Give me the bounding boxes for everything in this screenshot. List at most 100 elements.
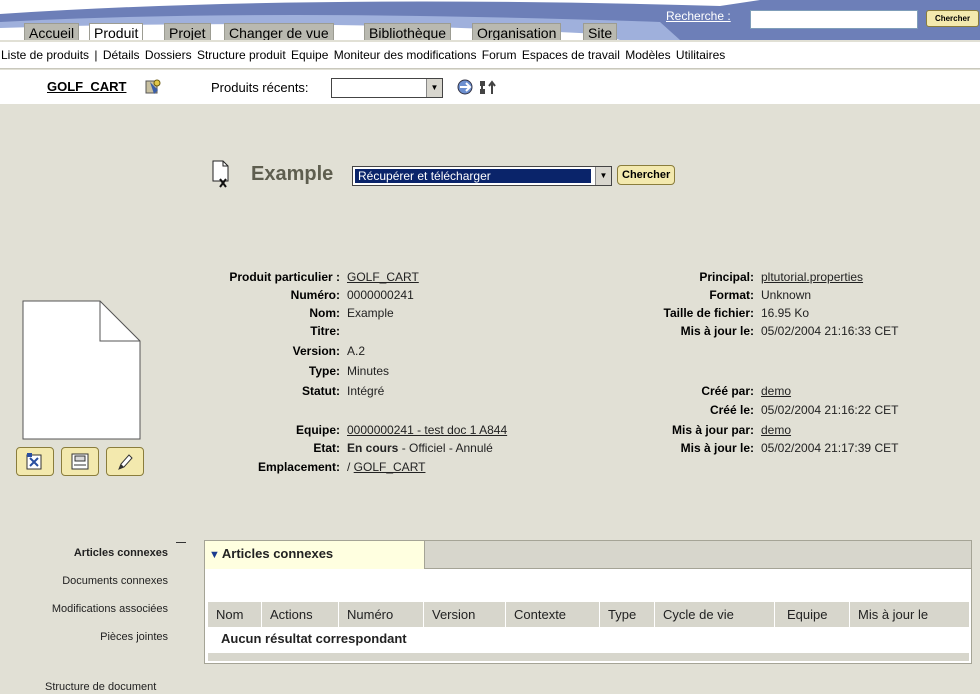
attr-state-rest: - Officiel - Annulé [398, 441, 493, 455]
chevron-down-icon[interactable]: ▼ [426, 79, 442, 97]
attr-size-label: Taille de fichier: [663, 306, 754, 320]
subnav-moniteur-des-modifications[interactable]: Moniteur des modifications [334, 48, 477, 62]
empty-results-message: Aucun résultat correspondant [208, 627, 969, 651]
attr-location-value: / GOLF_CART [347, 460, 425, 475]
collapse-icon[interactable] [176, 542, 186, 543]
tab-organisation[interactable]: Organisation [472, 23, 562, 40]
context-bar: GOLF_CART Produits récents: ▼ [0, 70, 980, 104]
attr-file-updated-label: Mis à jour le: [680, 324, 754, 338]
action-go-button[interactable]: Chercher [617, 165, 676, 185]
chevron-down-icon[interactable]: ▼ [595, 167, 611, 185]
attr-created-by-link[interactable]: demo [761, 384, 791, 399]
tab-accueil[interactable]: Accueil [24, 23, 80, 40]
triangle-down-icon[interactable]: ▼ [209, 549, 220, 561]
action-select-value: Récupérer et télécharger [355, 169, 591, 183]
tab-bibliotheque[interactable]: Bibliothèque [364, 23, 452, 40]
subnav-liste-de-produits[interactable]: Liste de produits [1, 48, 89, 62]
column-equipe[interactable]: Equipe [775, 602, 850, 627]
search-input[interactable] [750, 10, 918, 29]
top-header: Accueil Produit Projet Changer de vue Bi… [0, 0, 980, 40]
attr-location-link[interactable]: GOLF_CART [354, 460, 426, 474]
column-actions[interactable]: Actions [262, 602, 339, 627]
recent-products-label: Produits récents: [211, 80, 309, 95]
sub-navigation: Liste de produits | Détails Dossiers Str… [0, 42, 980, 69]
attr-updated-on-value: 05/02/2004 21:17:39 CET [761, 441, 899, 455]
search-button[interactable]: Chercher [926, 10, 979, 27]
table-header: Nom Actions Numéro Version Contexte Type… [208, 602, 969, 627]
panel-tab[interactable]: ▼ Articles connexes [205, 541, 425, 569]
pencil-icon [118, 453, 133, 470]
tab-changer-de-vue[interactable]: Changer de vue [224, 23, 334, 40]
subnav-utilitaires[interactable]: Utilitaires [676, 48, 725, 62]
document-thumbnail [22, 300, 141, 440]
attr-type-label: Type: [308, 364, 340, 378]
panel-footer [208, 653, 969, 661]
context-product-link[interactable]: GOLF_CART [47, 79, 126, 94]
sidebar-item-documents-connexes[interactable]: Documents connexes [62, 575, 168, 587]
panel-title: Articles connexes [221, 546, 334, 561]
subnav-equipe[interactable]: Equipe [291, 48, 328, 62]
subnav-forum[interactable]: Forum [482, 48, 517, 62]
object-title: Example [251, 163, 334, 185]
subnav-separator: | [94, 48, 98, 62]
attr-updated-by-link[interactable]: demo [761, 423, 791, 438]
attr-status-value: Intégré [347, 384, 385, 398]
document-icon [212, 160, 229, 188]
column-type[interactable]: Type [600, 602, 655, 627]
attr-state-value: En cours - Officiel - Annulé [347, 441, 493, 456]
column-mis-a-jour-le[interactable]: Mis à jour le [850, 602, 969, 627]
attr-location-label: Emplacement: [257, 460, 340, 474]
printer-icon [71, 453, 89, 469]
panel-toolbar [205, 570, 971, 600]
attr-team-label: Equipe: [296, 423, 340, 437]
panel-header: ▼ Articles connexes [205, 541, 971, 569]
subnav-structure-produit[interactable]: Structure produit [197, 48, 286, 62]
attr-product-link[interactable]: GOLF_CART [347, 270, 419, 285]
attr-created-by-label: Créé par: [701, 384, 754, 398]
subnav-details[interactable]: Détails [103, 48, 140, 62]
sidebar-item-structure-de-document[interactable]: Structure de document [45, 681, 156, 693]
product-icon[interactable] [144, 78, 162, 96]
structure-tree-icon[interactable] [478, 78, 498, 96]
attr-number-value: 0000000241 [347, 288, 414, 302]
go-to-product-icon[interactable] [456, 78, 474, 96]
recent-products-select[interactable]: ▼ [331, 78, 443, 98]
attr-status-label: Statut: [302, 384, 340, 398]
attr-updated-on-label: Mis à jour le: [680, 441, 754, 455]
subnav-espaces-de-travail[interactable]: Espaces de travail [522, 48, 620, 62]
attr-name-label: Nom: [309, 306, 340, 320]
column-numero[interactable]: Numéro [339, 602, 424, 627]
column-version[interactable]: Version [424, 602, 506, 627]
sidebar-item-modifications-associees[interactable]: Modifications associées [52, 603, 168, 615]
attr-created-on-label: Créé le: [709, 403, 754, 417]
attr-state-current: En cours [347, 441, 399, 455]
attr-format-label: Format: [709, 288, 754, 302]
attr-version-value: A.2 [347, 344, 366, 358]
sidebar-item-articles-connexes[interactable]: Articles connexes [74, 547, 168, 559]
attr-location-prefix: / [347, 460, 354, 474]
check-out-button[interactable] [16, 447, 54, 476]
attr-primary-link[interactable]: pltutorial.properties [761, 270, 863, 285]
attr-title-label: Titre: [310, 324, 340, 338]
edit-button[interactable] [106, 447, 144, 476]
subnav-dossiers[interactable]: Dossiers [145, 48, 192, 62]
action-select[interactable]: Récupérer et télécharger ▼ [352, 166, 612, 186]
search-label[interactable]: Recherche : [666, 9, 731, 23]
column-cycle-de-vie[interactable]: Cycle de vie [655, 602, 775, 627]
attr-product-label: Produit particulier : [229, 270, 340, 284]
print-button[interactable] [61, 447, 99, 476]
attr-name-value: Example [347, 306, 394, 320]
attr-version-label: Version: [292, 344, 340, 358]
subnav-modeles[interactable]: Modèles [625, 48, 670, 62]
attr-size-value: 16.95 Ko [761, 306, 810, 320]
attr-type-value: Minutes [347, 364, 390, 378]
sidebar-item-pieces-jointes[interactable]: Pièces jointes [100, 631, 168, 643]
tab-site[interactable]: Site [583, 23, 618, 40]
tab-produit[interactable]: Produit [89, 23, 144, 40]
related-articles-panel: ▼ Articles connexes Nom Actions Numéro Ve… [204, 540, 972, 664]
column-nom[interactable]: Nom [208, 602, 262, 627]
column-contexte[interactable]: Contexte [506, 602, 600, 627]
attr-team-link[interactable]: 0000000241 - test doc 1 A844 [347, 423, 507, 438]
attr-format-value: Unknown [761, 288, 812, 302]
tab-projet[interactable]: Projet [164, 23, 211, 40]
